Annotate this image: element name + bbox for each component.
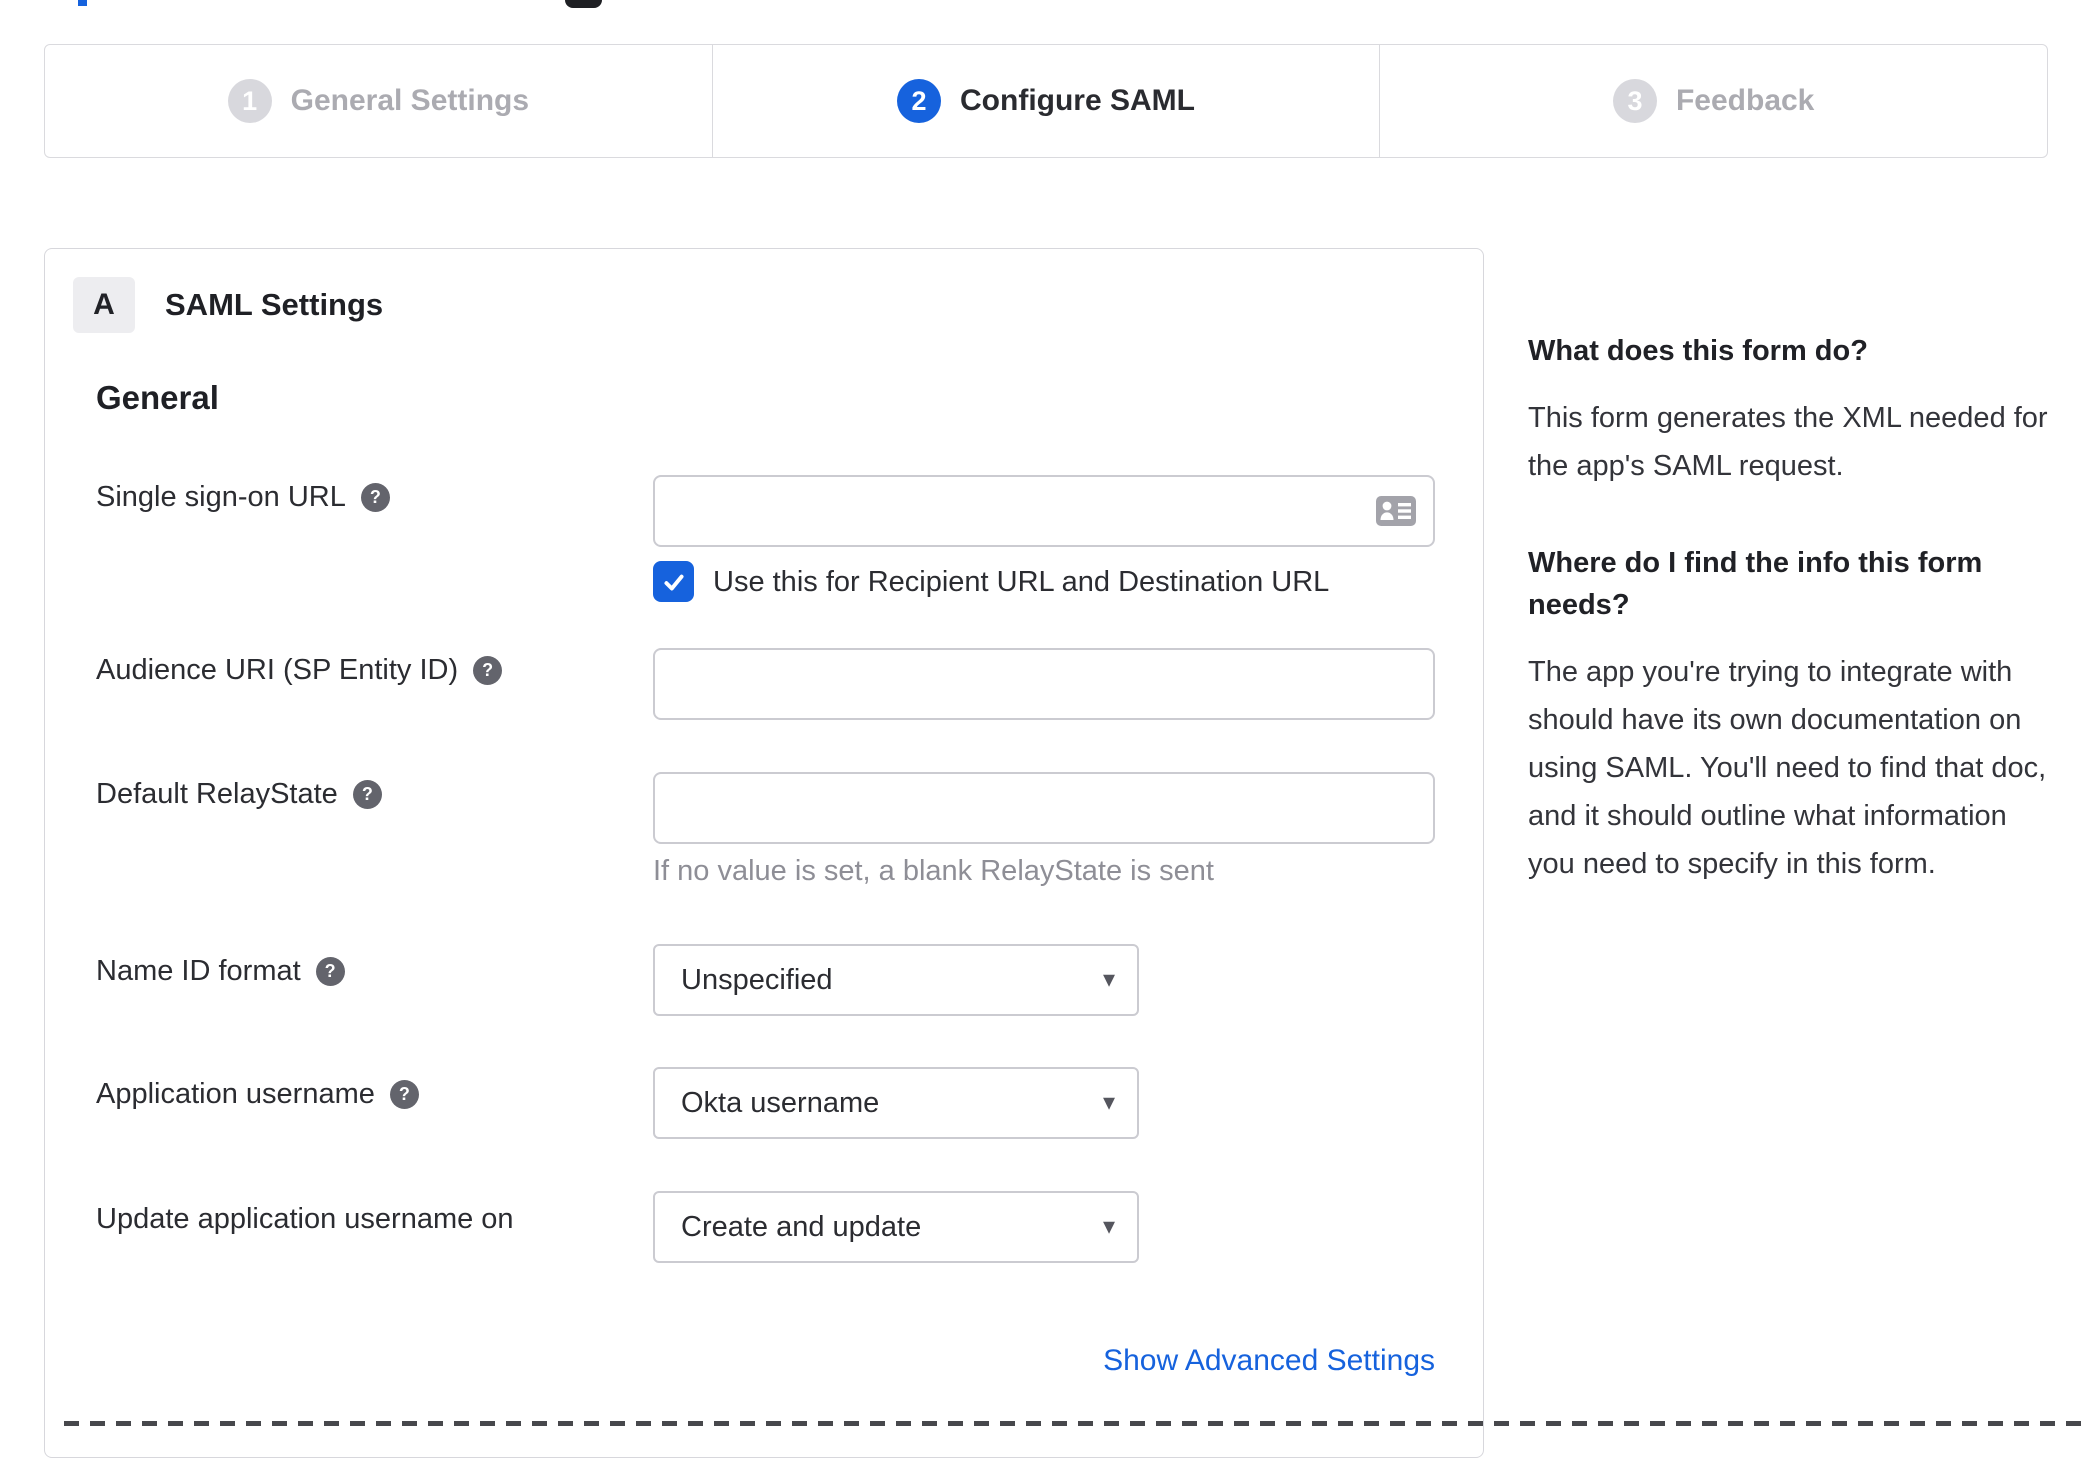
update-username-label: Update application username on [96, 1203, 514, 1235]
contact-card-icon[interactable] [1375, 495, 1417, 527]
step-3-badge: 3 [1612, 79, 1657, 123]
show-advanced-settings-link[interactable]: Show Advanced Settings [653, 1344, 1435, 1378]
audience-uri-label: Audience URI (SP Entity ID) [96, 654, 459, 686]
general-group-heading: General [96, 379, 219, 416]
sso-url-label-row: Single sign-on URL ? [96, 481, 390, 514]
panel-title: SAML Settings [165, 287, 384, 322]
chevron-down-icon: ▾ [1102, 1088, 1115, 1116]
audience-uri-label-row: Audience URI (SP Entity ID) ? [96, 654, 503, 687]
cutoff-blue-fragment [78, 0, 87, 6]
sidebar-paragraph-2: The app you're trying to integrate with … [1528, 656, 2047, 880]
audience-uri-input[interactable] [653, 648, 1435, 720]
help-icon[interactable]: ? [360, 483, 390, 512]
relaystate-hint: If no value is set, a blank RelayState i… [653, 855, 1214, 887]
sidebar-heading-1: What does this form do? [1528, 335, 1868, 367]
step-1-label: General Settings [290, 84, 530, 117]
nameid-format-select[interactable]: Unspecified ▾ [653, 944, 1139, 1016]
relaystate-label-row: Default RelayState ? [96, 778, 382, 811]
dashed-section-divider [64, 1421, 2092, 1426]
update-username-label-row: Update application username on [96, 1203, 514, 1236]
help-icon[interactable]: ? [389, 1080, 419, 1109]
nameid-format-label-row: Name ID format ? [96, 955, 345, 988]
nameid-format-label: Name ID format [96, 955, 301, 987]
wizard-stepper: 1 General Settings 2 Configure SAML 3 Fe… [44, 44, 2048, 158]
help-icon[interactable]: ? [473, 656, 503, 685]
step-2-label: Configure SAML [960, 84, 1195, 117]
help-sidebar: What does this form do? This form genera… [1528, 330, 2048, 888]
cutoff-lock-icon [565, 0, 602, 8]
sidebar-paragraph-1: This form generates the XML needed for t… [1528, 402, 2048, 482]
help-icon[interactable]: ? [315, 957, 345, 986]
chevron-down-icon: ▾ [1102, 965, 1115, 993]
step-2-badge: 2 [897, 79, 942, 123]
app-username-label-row: Application username ? [96, 1078, 419, 1111]
step-1-badge: 1 [227, 79, 272, 123]
recipient-url-checkbox[interactable] [653, 561, 694, 602]
help-icon[interactable]: ? [352, 780, 382, 809]
recipient-url-checkbox-label: Use this for Recipient URL and Destinati… [713, 566, 1330, 598]
step-feedback[interactable]: 3 Feedback [1379, 45, 2047, 157]
relaystate-label: Default RelayState [96, 778, 338, 810]
update-username-select[interactable]: Create and update ▾ [653, 1191, 1139, 1263]
sso-url-label: Single sign-on URL [96, 481, 346, 513]
step-general-settings[interactable]: 1 General Settings [45, 45, 712, 157]
section-a-badge: A [73, 277, 135, 333]
nameid-format-value: Unspecified [681, 963, 833, 996]
relaystate-input[interactable] [653, 772, 1435, 844]
step-3-label: Feedback [1675, 84, 1815, 117]
sidebar-heading-2: Where do I find the info this form needs… [1528, 547, 1983, 621]
update-username-value: Create and update [681, 1210, 922, 1243]
chevron-down-icon: ▾ [1102, 1212, 1115, 1240]
app-username-label: Application username [96, 1078, 375, 1110]
sso-url-input[interactable] [653, 475, 1435, 547]
check-icon [663, 574, 684, 590]
saml-settings-panel: A SAML Settings General Single sign-on U… [44, 248, 1484, 1458]
step-configure-saml[interactable]: 2 Configure SAML [711, 45, 1380, 157]
app-username-select[interactable]: Okta username ▾ [653, 1067, 1139, 1139]
app-username-value: Okta username [681, 1086, 880, 1119]
